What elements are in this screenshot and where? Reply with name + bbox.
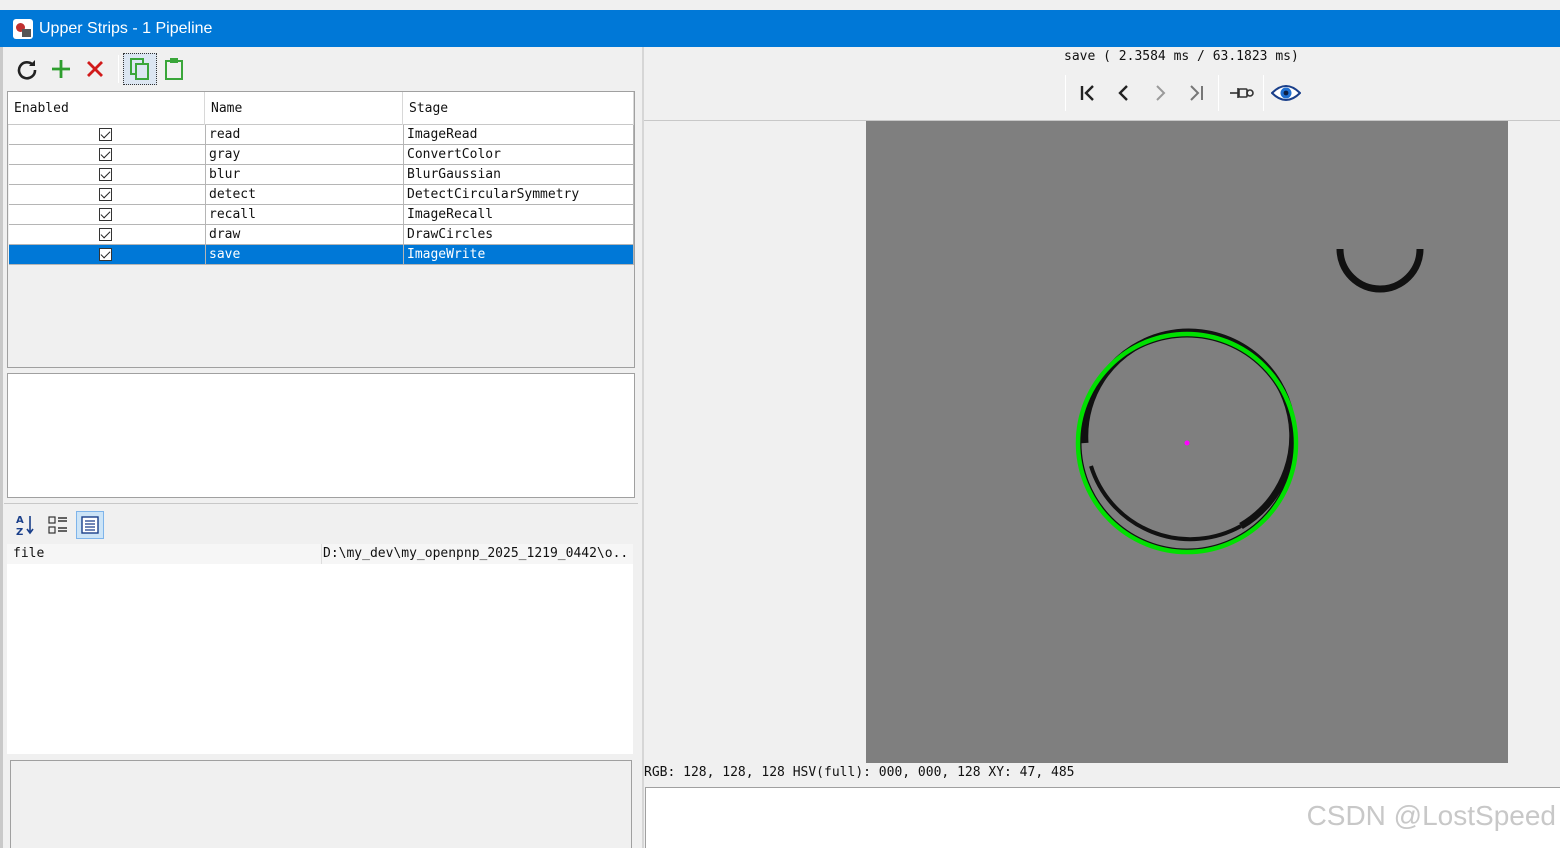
list-view-icon xyxy=(81,516,99,534)
stage-cell: ImageRecall xyxy=(404,205,634,225)
nav-separator xyxy=(1218,75,1219,111)
property-value[interactable]: D:\my_dev\my_openpnp_2025_1219_0442\o.. xyxy=(321,544,633,564)
table-row[interactable]: detect DetectCircularSymmetry xyxy=(9,185,634,205)
property-pages-button[interactable] xyxy=(76,511,104,539)
first-stage-button[interactable] xyxy=(1070,75,1106,111)
paste-icon xyxy=(165,58,183,80)
refresh-icon xyxy=(17,60,37,80)
enabled-cell xyxy=(9,145,206,165)
copy-icon xyxy=(130,58,149,80)
table-row[interactable]: read ImageRead xyxy=(9,125,634,145)
enabled-cell xyxy=(9,205,206,225)
name-cell: draw xyxy=(206,225,404,245)
name-cell: gray xyxy=(206,145,404,165)
stage-cell: ImageWrite xyxy=(404,245,634,265)
categorized-button[interactable] xyxy=(44,511,72,539)
enabled-checkbox[interactable] xyxy=(99,148,112,161)
column-header-enabled[interactable]: Enabled xyxy=(8,92,205,125)
watermark: CSDN @LostSpeed xyxy=(1306,800,1556,831)
last-stage-button[interactable] xyxy=(1178,75,1214,111)
refresh-button[interactable] xyxy=(10,53,44,85)
stage-cell: ConvertColor xyxy=(404,145,634,165)
app-icon xyxy=(13,18,33,39)
enabled-checkbox[interactable] xyxy=(99,168,112,181)
nav-separator xyxy=(1065,75,1066,111)
pixel-readout: RGB: 128, 128, 128 HSV(full): 000, 000, … xyxy=(644,765,1075,780)
enabled-cell xyxy=(9,245,206,265)
name-cell: blur xyxy=(206,165,404,185)
paste-button[interactable] xyxy=(157,53,191,85)
stage-cell: DrawCircles xyxy=(404,225,634,245)
stage-cell: ImageRead xyxy=(404,125,634,145)
chevron-right-icon xyxy=(1156,85,1166,101)
stages-table: Enabled Name Stage read ImageRead gray C… xyxy=(7,91,635,368)
table-row[interactable]: draw DrawCircles xyxy=(9,225,634,245)
nav-separator xyxy=(1263,75,1264,111)
section-divider xyxy=(4,503,638,504)
result-image-render xyxy=(866,121,1508,763)
enabled-cell xyxy=(9,225,206,245)
name-cell: read xyxy=(206,125,404,145)
table-row-selected[interactable]: save ImageWrite xyxy=(9,245,634,265)
enabled-checkbox[interactable] xyxy=(99,128,112,141)
stage-cell: DetectCircularSymmetry xyxy=(404,185,634,205)
delete-stage-button[interactable] xyxy=(78,53,112,85)
chevron-left-icon xyxy=(1118,85,1128,101)
eye-icon xyxy=(1271,85,1301,101)
name-cell: save xyxy=(206,245,404,265)
enabled-checkbox[interactable] xyxy=(99,188,112,201)
categorized-icon xyxy=(48,516,67,534)
name-cell: detect xyxy=(206,185,404,205)
result-image[interactable] xyxy=(866,121,1508,763)
add-icon xyxy=(52,60,70,78)
pin-icon xyxy=(1230,88,1254,98)
show-result-toggle[interactable] xyxy=(1268,75,1304,111)
pipeline-toolbar xyxy=(10,52,191,86)
stage-timing-status: save ( 2.3584 ms / 63.1823 ms) xyxy=(644,48,1560,66)
enabled-cell xyxy=(9,165,206,185)
previous-stage-button[interactable] xyxy=(1106,75,1142,111)
stage-timing-text: save ( 2.3584 ms / 63.1823 ms) xyxy=(1064,49,1299,64)
image-navigation-bar xyxy=(1061,74,1304,112)
property-description-area xyxy=(10,760,632,848)
table-row[interactable]: recall ImageRecall xyxy=(9,205,634,225)
sort-alphabetical-button[interactable]: A Z xyxy=(12,511,40,539)
last-icon xyxy=(1190,85,1203,101)
add-stage-button[interactable] xyxy=(44,53,78,85)
svg-text:Z: Z xyxy=(16,527,23,537)
svg-text:A: A xyxy=(16,515,24,526)
enabled-checkbox[interactable] xyxy=(99,228,112,241)
pin-button[interactable] xyxy=(1223,75,1259,111)
enabled-checkbox[interactable] xyxy=(99,208,112,221)
table-body: read ImageRead gray ConvertColor blur Bl… xyxy=(9,125,634,265)
window-title: Upper Strips - 1 Pipeline xyxy=(39,19,213,37)
copy-button[interactable] xyxy=(123,53,157,85)
property-name: file xyxy=(13,546,45,561)
enabled-checkbox[interactable] xyxy=(99,248,112,261)
column-header-name[interactable]: Name xyxy=(205,92,403,125)
table-row[interactable]: blur BlurGaussian xyxy=(9,165,634,185)
toolbar-separator xyxy=(118,55,119,83)
table-row[interactable]: gray ConvertColor xyxy=(9,145,634,165)
stage-description-area[interactable] xyxy=(7,373,635,498)
first-icon xyxy=(1080,85,1094,101)
properties-grid: file D:\my_dev\my_openpnp_2025_1219_0442… xyxy=(7,544,633,754)
enabled-cell xyxy=(9,125,206,145)
property-row[interactable]: file D:\my_dev\my_openpnp_2025_1219_0442… xyxy=(7,544,633,564)
column-header-stage[interactable]: Stage xyxy=(403,92,634,125)
name-cell: recall xyxy=(206,205,404,225)
table-header: Enabled Name Stage xyxy=(8,92,634,125)
enabled-cell xyxy=(9,185,206,205)
stage-cell: BlurGaussian xyxy=(404,165,634,185)
sort-az-icon: A Z xyxy=(16,515,34,537)
left-border xyxy=(0,47,3,848)
delete-icon xyxy=(87,61,103,77)
properties-toolbar: A Z xyxy=(12,510,104,540)
next-stage-button[interactable] xyxy=(1142,75,1178,111)
window-titlebar: Upper Strips - 1 Pipeline xyxy=(0,10,1560,47)
